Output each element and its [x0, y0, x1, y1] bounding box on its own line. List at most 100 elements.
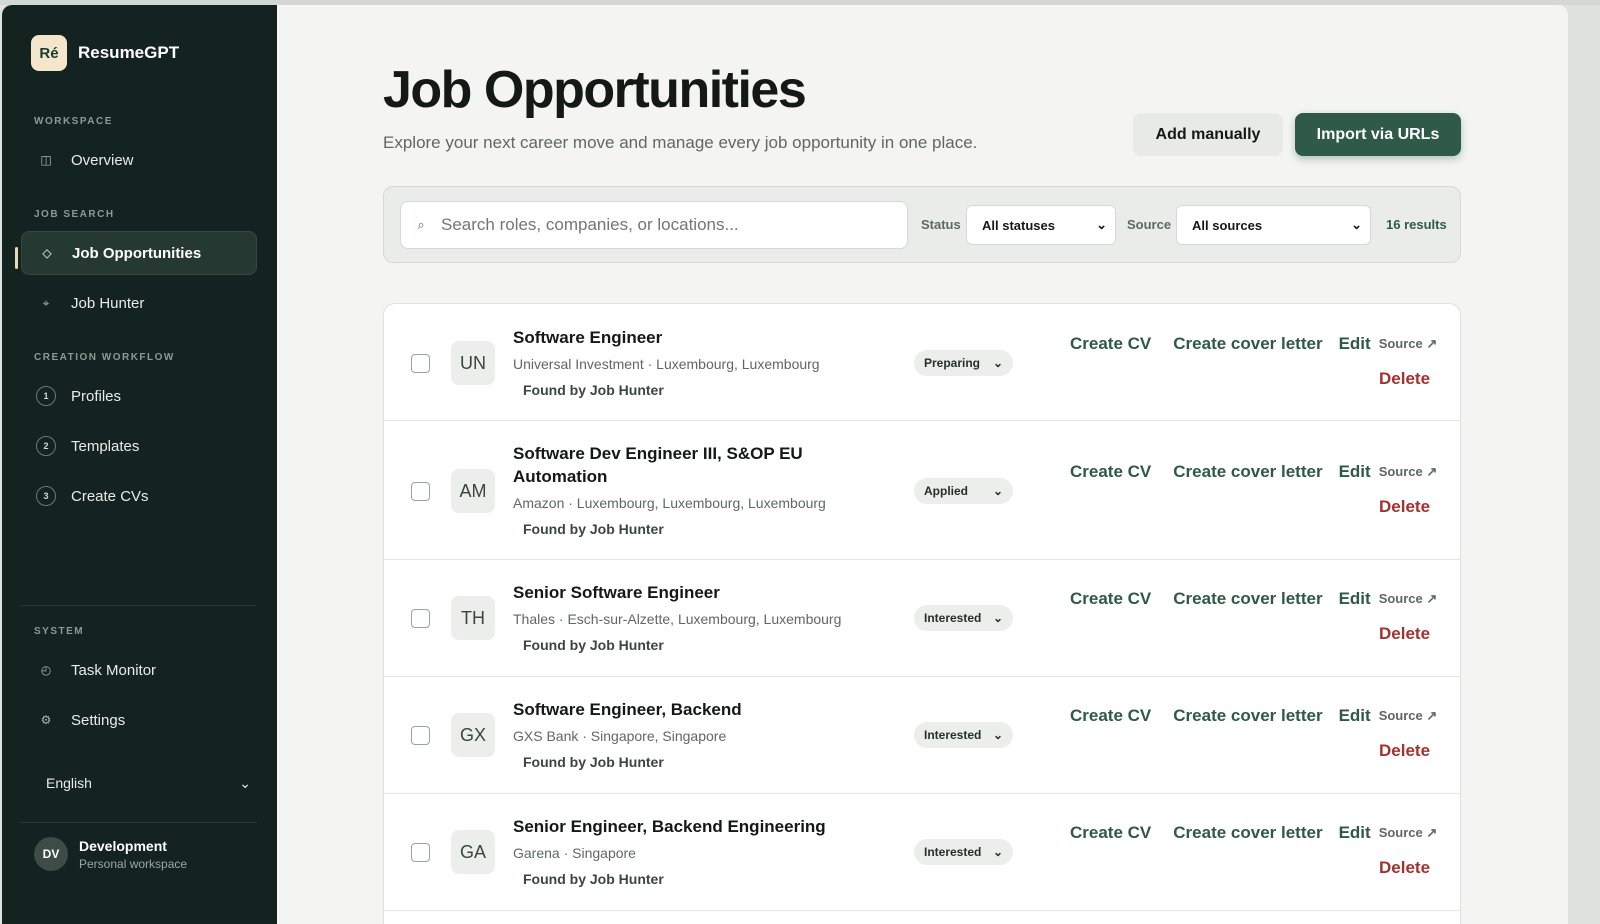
chevron-down-icon: ⌄ [239, 775, 251, 791]
status-dropdown[interactable]: Interested ⌄ [914, 722, 1013, 748]
table-row[interactable]: TH Senior Software Engineer Thales · Esc… [384, 560, 1460, 677]
status-dropdown[interactable]: Preparing ⌄ [914, 350, 1013, 376]
section-label-workspace: WORKSPACE [34, 116, 113, 127]
status-value: Applied [924, 484, 968, 498]
company-badge: UN [451, 341, 495, 385]
create-cv-button[interactable]: Create CV [1070, 823, 1151, 843]
row-actions: Create CV Create cover letter Edit Sourc… [1070, 589, 1437, 609]
company-badge: AM [451, 469, 495, 513]
company-badge: GX [451, 713, 495, 757]
status-value: Preparing [924, 356, 981, 370]
sidebar-item-profiles[interactable]: 1 Profiles [21, 374, 257, 418]
delete-button[interactable]: Delete [1379, 369, 1430, 389]
source-link[interactable]: Source ↗ [1379, 825, 1438, 841]
page-subtitle: Explore your next career move and manage… [383, 133, 978, 152]
row-checkbox[interactable] [411, 843, 430, 862]
job-list: UN Software Engineer Universal Investmen… [383, 303, 1461, 924]
status-select-value: All statuses [982, 217, 1055, 233]
sidebar-item-create-cvs[interactable]: 3 Create CVs [21, 474, 257, 518]
create-cover-letter-button[interactable]: Create cover letter [1173, 589, 1322, 609]
row-actions: Create CV Create cover letter Edit Sourc… [1070, 706, 1437, 726]
job-meta: Amazon · Luxembourg, Luxembourg, Luxembo… [513, 495, 826, 511]
table-row[interactable]: GX Software Engineer, Backend GXS Bank ·… [384, 677, 1460, 794]
chevron-down-icon: ⌄ [992, 728, 1003, 742]
search-icon: ⌕ [417, 217, 425, 232]
import-urls-button[interactable]: Import via URLs [1295, 113, 1461, 156]
delete-button[interactable]: Delete [1379, 858, 1430, 878]
sidebar-item-settings[interactable]: ⚙ Settings [21, 698, 257, 742]
sidebar-item-job-hunter[interactable]: ⌖ Job Hunter [21, 281, 257, 325]
create-cv-button[interactable]: Create CV [1070, 706, 1151, 726]
create-cv-button[interactable]: Create CV [1070, 334, 1151, 354]
crosshair-icon: ⌖ [42, 295, 50, 310]
create-cv-button[interactable]: Create CV [1070, 462, 1151, 482]
section-label-system: SYSTEM [34, 626, 85, 637]
page-title: Job Opportunities [383, 61, 807, 119]
delete-button[interactable]: Delete [1379, 741, 1430, 761]
table-row[interactable]: UN Software Engineer Universal Investmen… [384, 304, 1460, 421]
step-number: 3 [36, 486, 56, 506]
sidebar-item-label: Profiles [71, 387, 122, 405]
company-badge: TH [451, 596, 495, 640]
job-title[interactable]: Software Dev Engineer III, S&OP EU Autom… [513, 442, 873, 488]
create-cover-letter-button[interactable]: Create cover letter [1173, 706, 1322, 726]
job-title[interactable]: Senior Software Engineer [513, 581, 873, 604]
sidebar-item-job-opportunities[interactable]: ◇ Job Opportunities [21, 231, 257, 275]
create-cover-letter-button[interactable]: Create cover letter [1173, 334, 1322, 354]
delete-button[interactable]: Delete [1379, 497, 1430, 517]
row-checkbox[interactable] [411, 354, 430, 373]
row-checkbox[interactable] [411, 609, 430, 628]
create-cv-button[interactable]: Create CV [1070, 589, 1151, 609]
delete-button[interactable]: Delete [1379, 624, 1430, 644]
create-cover-letter-button[interactable]: Create cover letter [1173, 823, 1322, 843]
search-box[interactable]: ⌕ [400, 201, 908, 249]
table-row[interactable]: GA Senior Engineer, Backend Engineering … [384, 794, 1460, 911]
job-title[interactable]: Senior Engineer, Backend Engineering [513, 815, 873, 838]
sidebar-item-overview[interactable]: ◫ Overview [21, 138, 257, 182]
search-input[interactable] [441, 215, 881, 235]
step-number: 2 [36, 436, 56, 456]
table-row[interactable]: AM Software Dev Engineer III, S&OP EU Au… [384, 421, 1460, 560]
chevron-down-icon: ⌄ [1096, 217, 1107, 232]
status-dropdown[interactable]: Interested ⌄ [914, 605, 1013, 631]
source-link[interactable]: Source ↗ [1379, 464, 1438, 480]
active-indicator [15, 247, 18, 269]
status-select[interactable]: All statuses ⌄ [966, 205, 1116, 245]
language-select[interactable]: English ⌄ [46, 775, 251, 792]
sidebar-item-templates[interactable]: 2 Templates [21, 424, 257, 468]
user-workspace: Personal workspace [79, 856, 188, 871]
source-filter-label: Source [1127, 217, 1172, 232]
main-content: Job Opportunities Explore your next care… [277, 5, 1568, 924]
create-cover-letter-button[interactable]: Create cover letter [1173, 462, 1322, 482]
job-title[interactable]: Software Engineer, Backend [513, 698, 873, 721]
edit-button[interactable]: Edit [1339, 589, 1371, 609]
brand[interactable]: Ré ResumeGPT [31, 35, 179, 71]
source-link[interactable]: Source ↗ [1379, 336, 1438, 352]
user-profile[interactable]: DV Development Personal workspace [34, 837, 187, 871]
source-select[interactable]: All sources ⌄ [1176, 205, 1371, 245]
sidebar-item-label: Job Opportunities [72, 244, 202, 262]
job-title[interactable]: Software Engineer [513, 326, 873, 349]
status-dropdown[interactable]: Applied ⌄ [914, 478, 1013, 504]
source-link[interactable]: Source ↗ [1379, 708, 1438, 724]
edit-button[interactable]: Edit [1339, 823, 1371, 843]
status-dropdown[interactable]: Interested ⌄ [914, 839, 1013, 865]
sidebar-divider [21, 605, 257, 606]
edit-button[interactable]: Edit [1339, 334, 1371, 354]
status-value: Interested [924, 728, 982, 742]
sidebar-item-task-monitor[interactable]: ◴ Task Monitor [21, 648, 257, 692]
section-label-job-search: JOB SEARCH [34, 209, 115, 220]
source-link[interactable]: Source ↗ [1379, 591, 1438, 607]
add-manually-button[interactable]: Add manually [1133, 113, 1283, 156]
results-count: 16 results [1386, 217, 1447, 232]
sidebar-divider [21, 822, 257, 823]
sidebar-item-label: Overview [71, 151, 134, 169]
row-checkbox[interactable] [411, 482, 430, 501]
row-checkbox[interactable] [411, 726, 430, 745]
row-actions: Create CV Create cover letter Edit Sourc… [1070, 462, 1437, 482]
edit-button[interactable]: Edit [1339, 706, 1371, 726]
job-found-by: Found by Job Hunter [523, 754, 664, 770]
job-found-by: Found by Job Hunter [523, 382, 664, 398]
edit-button[interactable]: Edit [1339, 462, 1371, 482]
sidebar-item-label: Task Monitor [71, 661, 157, 679]
